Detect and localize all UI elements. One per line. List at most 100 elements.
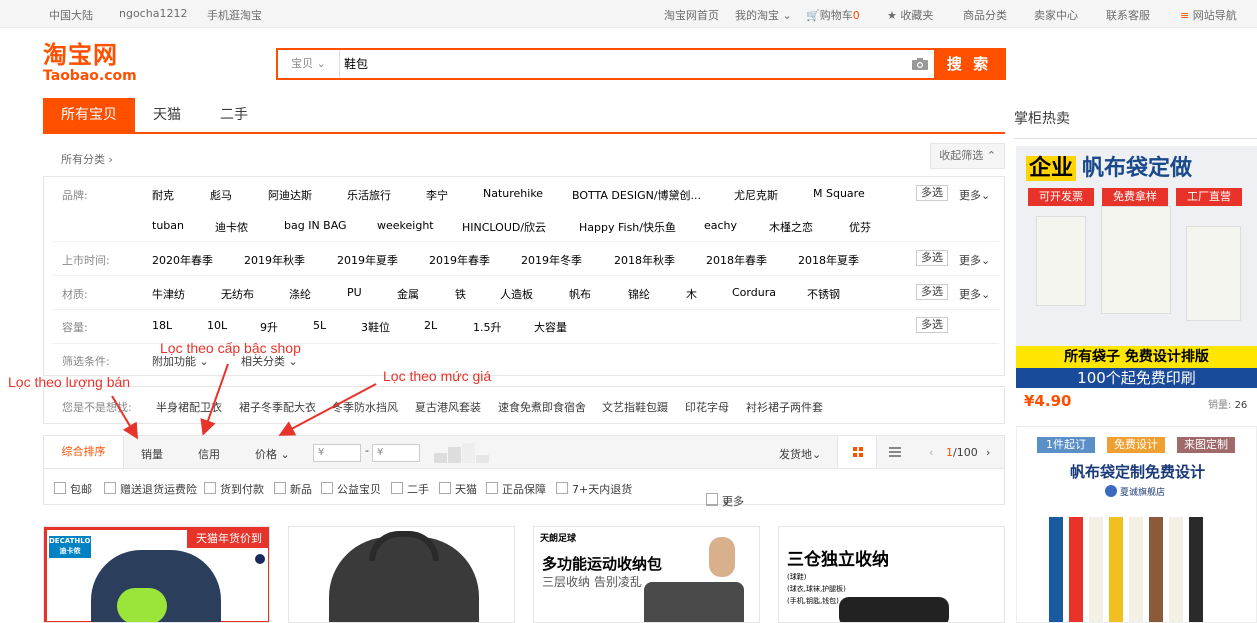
filter-option[interactable]: 人造板: [500, 286, 533, 302]
filter-option[interactable]: tuban: [152, 219, 184, 232]
filter-option[interactable]: 2019年春季: [429, 252, 490, 268]
prev-page-icon[interactable]: ‹: [929, 446, 933, 459]
camera-icon[interactable]: [912, 58, 928, 70]
filter-option[interactable]: 2018年春季: [706, 252, 767, 268]
sort-sales[interactable]: 销量: [141, 446, 163, 462]
filter-option[interactable]: 大容量: [534, 319, 567, 335]
filter-option[interactable]: 优芬: [849, 219, 871, 235]
search-category-select[interactable]: 宝贝 ⌄: [278, 50, 340, 78]
filter-option[interactable]: 彪马: [210, 187, 232, 203]
tab-tmall[interactable]: 天猫: [153, 98, 181, 132]
multi-select-button[interactable]: 多选: [916, 250, 948, 266]
filter-option[interactable]: 木: [686, 286, 697, 302]
filter-option[interactable]: 牛津纺: [152, 286, 185, 302]
collapse-filters-button[interactable]: 收起筛选 ⌃: [930, 143, 1005, 169]
filter-option[interactable]: 18L: [152, 319, 172, 332]
filter-option[interactable]: 阿迪达斯: [268, 187, 312, 203]
filter-option[interactable]: 无纺布: [221, 286, 254, 302]
sort-default[interactable]: 综合排序: [44, 436, 124, 468]
product-card[interactable]: 三仓独立收纳 (球鞋) (球衣,球袜,护腿板) (手机,钥匙,钱包): [778, 526, 1005, 623]
suggestion-link[interactable]: 半身裙配卫衣: [156, 399, 222, 415]
filter-option[interactable]: 2019年夏季: [337, 252, 398, 268]
filter-option[interactable]: 9升: [260, 319, 278, 335]
filter-option[interactable]: BOTTA DESIGN/博黛创...: [572, 187, 701, 203]
site-nav-link[interactable]: ≡ 网站导航: [1180, 7, 1237, 23]
multi-select-button[interactable]: 多选: [916, 185, 948, 201]
mobile-link[interactable]: 手机逛淘宝: [207, 7, 262, 23]
suggestion-link[interactable]: 文艺指鞋包蹑: [602, 399, 668, 415]
check-tmall[interactable]: 天猫: [439, 481, 477, 497]
sort-price[interactable]: 价格 ⌄: [255, 446, 290, 462]
username-link[interactable]: ngocha1212: [119, 7, 187, 20]
price-max-input[interactable]: ¥: [372, 444, 420, 462]
tab-secondhand[interactable]: 二手: [220, 98, 248, 132]
filter-option[interactable]: 10L: [207, 319, 227, 332]
search-input[interactable]: 鞋包: [344, 50, 904, 78]
multi-select-button[interactable]: 多选: [916, 317, 948, 333]
favorites-link[interactable]: ★ 收藏夹: [887, 7, 933, 23]
all-categories-link[interactable]: 所有分类 ›: [61, 151, 113, 167]
filter-option[interactable]: M Square: [813, 187, 865, 200]
filter-option[interactable]: 1.5升: [473, 319, 502, 335]
filter-option[interactable]: 2L: [424, 319, 437, 332]
filter-option[interactable]: Happy Fish/快乐鱼: [579, 219, 676, 235]
more-button[interactable]: 更多⌄: [959, 187, 990, 203]
next-page-icon[interactable]: ›: [986, 446, 990, 459]
price-min-input[interactable]: ¥: [313, 444, 361, 462]
check-cod[interactable]: 货到付款: [204, 481, 264, 497]
filter-option[interactable]: 迪卡侬: [215, 219, 248, 235]
sidebar-ad-2[interactable]: 1件起订 免费设计 来图定制 帆布袋定制免费设计 夏诚旗舰店: [1016, 426, 1257, 623]
filter-option[interactable]: 铁: [455, 286, 466, 302]
my-taobao-link[interactable]: 我的淘宝 ⌄: [735, 7, 792, 23]
taobao-logo[interactable]: 淘宝网 Taobao.com: [43, 42, 143, 88]
check-return-insurance[interactable]: 赠送退货运费险: [104, 481, 197, 497]
product-card[interactable]: 天朗足球 多功能运动收纳包 三层收纳 告别凌乱: [533, 526, 760, 623]
list-view-icon[interactable]: [889, 447, 901, 457]
filter-option[interactable]: 李宁: [426, 187, 448, 203]
more-button[interactable]: 更多⌄: [959, 286, 990, 302]
filter-option[interactable]: 金属: [397, 286, 419, 302]
check-7day-return[interactable]: 7+天内退货: [556, 481, 632, 497]
suggestion-link[interactable]: 夏古港风套装: [415, 399, 481, 415]
suggestion-link[interactable]: 冬季防水挡风: [332, 399, 398, 415]
region-selector[interactable]: 中国大陆: [49, 7, 93, 23]
sort-credit[interactable]: 信用: [198, 446, 220, 462]
tab-all-items[interactable]: 所有宝贝: [43, 98, 135, 132]
product-card[interactable]: DECATHLON 迪卡侬 天猫年货价到: [43, 526, 270, 623]
filter-option[interactable]: 尤尼克斯: [734, 187, 778, 203]
filter-option[interactable]: 2019年冬季: [521, 252, 582, 268]
filter-option[interactable]: 耐克: [152, 187, 174, 203]
filter-option[interactable]: PU: [347, 286, 362, 299]
filter-option[interactable]: 2018年秋季: [614, 252, 675, 268]
suggestion-link[interactable]: 速食免煮即食宿舍: [498, 399, 586, 415]
customer-service-link[interactable]: 联系客服: [1106, 7, 1150, 23]
check-new[interactable]: 新品: [274, 481, 312, 497]
suggestion-link[interactable]: 印花字母: [685, 399, 729, 415]
search-button[interactable]: 搜 索: [934, 50, 1004, 78]
filter-option[interactable]: eachy: [704, 219, 737, 232]
multi-select-button[interactable]: 多选: [916, 284, 948, 300]
seller-center-link[interactable]: 卖家中心: [1034, 7, 1078, 23]
filter-option[interactable]: 3鞋位: [361, 319, 390, 335]
product-card[interactable]: [288, 526, 515, 623]
filter-option[interactable]: 2019年秋季: [244, 252, 305, 268]
check-authentic[interactable]: 正品保障: [486, 481, 546, 497]
suggestion-link[interactable]: 裙子冬季配大衣: [239, 399, 316, 415]
price-range-bars-icon[interactable]: [434, 443, 490, 463]
sidebar-ad-1[interactable]: 企业 帆布袋定做 可开发票 免费拿样 工厂直营 所有袋子 免费设计排版 100个起…: [1016, 146, 1257, 388]
filter-option[interactable]: Naturehike: [483, 187, 543, 200]
check-free-shipping[interactable]: 包邮: [54, 481, 92, 497]
check-charity[interactable]: 公益宝贝: [321, 481, 381, 497]
filter-option[interactable]: 木槿之恋: [769, 219, 813, 235]
more-button[interactable]: 更多⌄: [959, 252, 990, 268]
grid-view-button[interactable]: [837, 436, 877, 468]
filter-option[interactable]: 5L: [313, 319, 326, 332]
filter-option[interactable]: 2020年春季: [152, 252, 213, 268]
filter-option[interactable]: 涤纶: [289, 286, 311, 302]
filter-option[interactable]: weekeight: [377, 219, 434, 232]
filter-option[interactable]: HINCLOUD/欣云: [462, 219, 546, 235]
ship-from-dropdown[interactable]: 发货地⌄: [779, 446, 821, 462]
filter-option[interactable]: 乐活旅行: [347, 187, 391, 203]
categories-link[interactable]: 商品分类: [963, 7, 1007, 23]
check-secondhand[interactable]: 二手: [391, 481, 429, 497]
